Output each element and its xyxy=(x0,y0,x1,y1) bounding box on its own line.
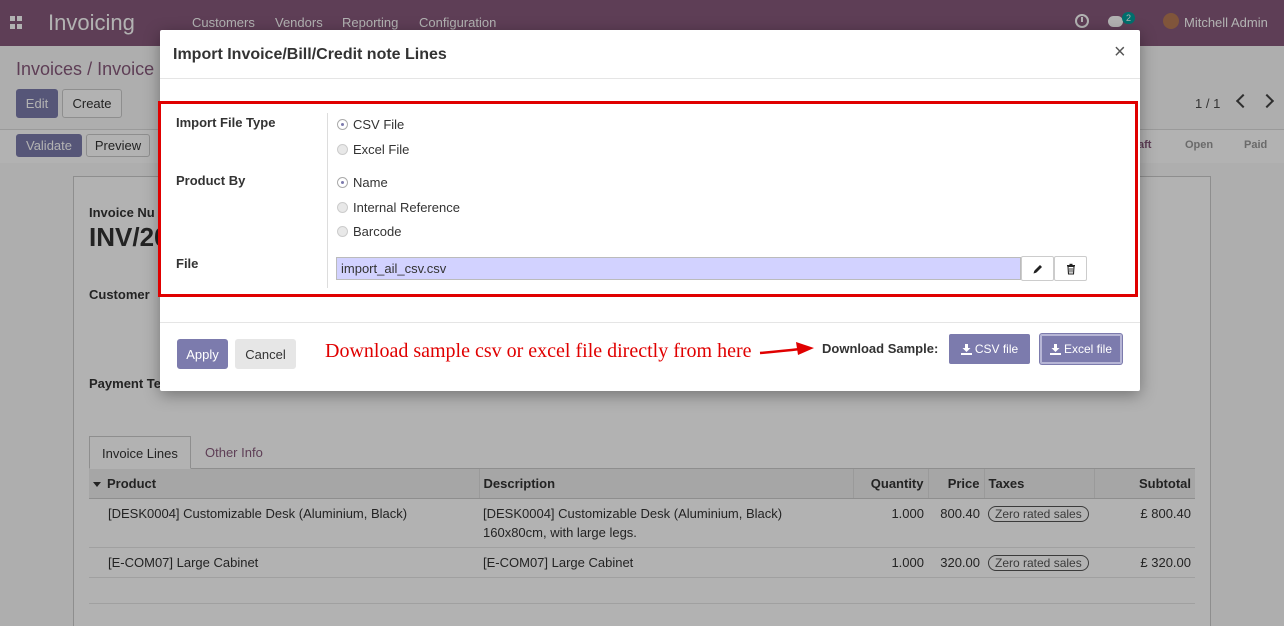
radio-checked-icon[interactable] xyxy=(337,177,348,188)
import-file-type-label: Import File Type xyxy=(176,115,276,130)
radio-unchecked-icon[interactable] xyxy=(337,226,348,237)
radio-name[interactable]: Name xyxy=(337,175,388,190)
edit-file-button[interactable] xyxy=(1021,256,1054,281)
field-separator xyxy=(327,113,328,288)
annotation-arrow-icon xyxy=(759,342,814,355)
radio-checked-icon[interactable] xyxy=(337,119,348,130)
pencil-icon xyxy=(1033,264,1042,273)
radio-excel-file[interactable]: Excel File xyxy=(337,142,409,157)
file-label: File xyxy=(176,256,199,271)
radio-unchecked-icon[interactable] xyxy=(337,202,348,213)
radio-internal-reference[interactable]: Internal Reference xyxy=(337,200,460,215)
download-sample-label: Download Sample: xyxy=(822,341,939,356)
radio-unchecked-icon[interactable] xyxy=(337,144,348,155)
download-excel-button[interactable]: Excel file xyxy=(1040,334,1122,364)
annotation-text: Download sample csv or excel file direct… xyxy=(325,340,752,362)
radio-csv-file[interactable]: CSV File xyxy=(337,117,404,132)
product-by-label: Product By xyxy=(176,173,246,188)
dialog-header: Import Invoice/Bill/Credit note Lines × xyxy=(160,30,1140,79)
close-icon[interactable]: × xyxy=(1114,41,1126,64)
dialog-footer-divider xyxy=(160,322,1140,323)
dialog-title: Import Invoice/Bill/Credit note Lines xyxy=(173,46,447,63)
trash-icon xyxy=(1066,263,1075,275)
apply-button[interactable]: Apply xyxy=(177,339,228,369)
cancel-button[interactable]: Cancel xyxy=(235,339,296,369)
delete-file-button[interactable] xyxy=(1054,256,1087,281)
file-input[interactable]: import_ail_csv.csv xyxy=(336,257,1021,280)
download-icon xyxy=(1049,343,1061,355)
download-icon xyxy=(960,343,972,355)
radio-barcode[interactable]: Barcode xyxy=(337,224,401,239)
download-csv-button[interactable]: CSV file xyxy=(949,334,1030,364)
